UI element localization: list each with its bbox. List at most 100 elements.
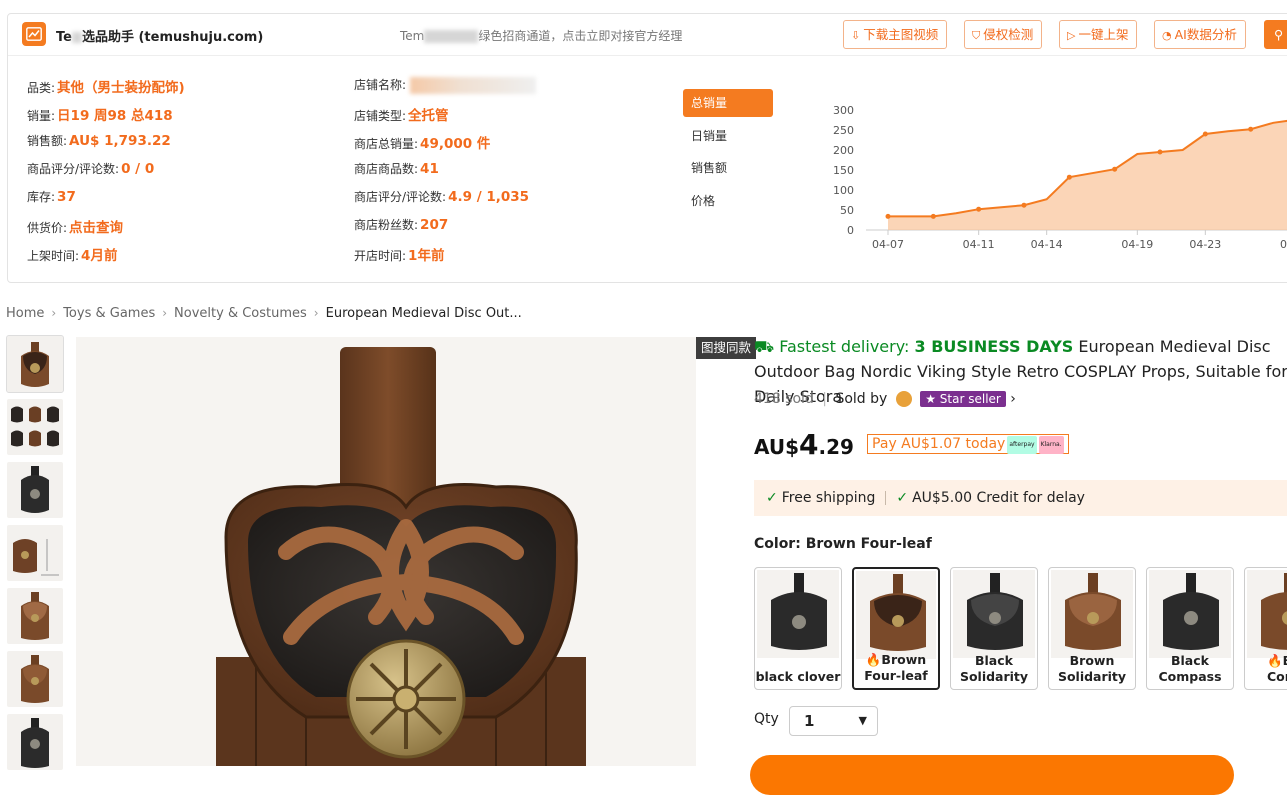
image-search-same-button[interactable]: 图搜同款 (696, 337, 757, 359)
flame-icon: 🔥 (1267, 653, 1283, 668)
thumbnail-brown-pouch[interactable] (7, 588, 63, 644)
pie-chart-icon: ◔ (1162, 29, 1172, 42)
tab-price[interactable]: 价格 (683, 187, 773, 215)
data-point (1157, 149, 1163, 155)
sales-trend-chart: 0 50 100 150 200 250 300 04-07 04-11 04-14 04-19 04… (833, 104, 1287, 251)
pouch-image (21, 466, 49, 513)
tab-total-sales[interactable]: 总销量 (683, 89, 773, 117)
chevron-right-icon[interactable]: › (1010, 391, 1016, 407)
stat-key: 商店评分/评论数: (354, 190, 447, 204)
stat-key: 商品评分/评论数: (27, 162, 120, 176)
fastest-delivery-label: Fastest delivery: (779, 337, 910, 356)
tab-revenue[interactable]: 销售额 (683, 154, 773, 182)
temu-plugin-panel: Te 选品助手 (temushuju.com) Tem 绿色招商通道，点击立即对接官… (7, 13, 1287, 283)
swatch-image (953, 570, 1035, 658)
swatch-label: black clover (755, 669, 841, 684)
pouch-image (21, 592, 49, 640)
store-avatar[interactable] (895, 391, 912, 407)
stat-sales: 销量: 日19 周98 总418 (27, 104, 185, 132)
thumbnail-size-pouch[interactable] (7, 525, 63, 581)
data-point (885, 213, 891, 219)
swatch-label: 🔥Brown Four-leaf (854, 652, 938, 684)
stat-value: AU$ 1,793.22 (69, 133, 171, 149)
thumbnail-brown-solidarity[interactable] (7, 651, 63, 707)
redacted-blur (424, 30, 479, 43)
sold-count: 418 sold (754, 391, 814, 407)
store-followers: 商店粉丝数: 207 (354, 216, 536, 244)
one-click-list-button[interactable]: ▷ 一键上架 (1059, 20, 1138, 49)
swatch-brown-compass[interactable]: 🔥Br Com (1244, 567, 1287, 690)
download-video-button[interactable]: ⇩ 下载主图视频 (843, 20, 948, 49)
swatch-black-compass[interactable]: Black Compass (1146, 567, 1234, 690)
main-product-image[interactable] (76, 337, 696, 766)
stat-value: 0 / 0 (121, 161, 155, 177)
y-tick-label: 250 (833, 124, 854, 137)
stat-value: 1年前 (408, 248, 445, 264)
breadcrumb-toys-games[interactable]: Toys & Games (63, 306, 155, 321)
stat-value: 37 (57, 189, 76, 205)
pouch-image (21, 718, 49, 768)
y-tick-label: 300 (833, 104, 854, 117)
stat-key: 店铺名称: (354, 78, 407, 92)
viking-pouch-image (216, 347, 586, 766)
chevron-right-icon: › (162, 306, 168, 320)
stat-key: 开店时间: (354, 249, 407, 263)
delay-credit-label: AU$5.00 Credit for delay (912, 490, 1085, 506)
afterpay-logo: afterpay (1007, 436, 1037, 454)
thumbnail-black-pouch[interactable] (7, 462, 63, 518)
flame-icon: 🔥 (865, 652, 882, 667)
chevron-right-icon: › (51, 306, 57, 320)
color-value: Brown Four-leaf (805, 536, 932, 552)
brand-prefix: Te (56, 30, 72, 45)
store-type: 店铺类型: 全托管 (354, 104, 536, 132)
swatch-label: Black Solidarity (959, 653, 1029, 684)
klarna-logo: Klarna. (1038, 436, 1064, 454)
data-point (1021, 202, 1027, 208)
ai-analysis-button[interactable]: ◔ AI数据分析 (1154, 20, 1246, 49)
stat-supply-price[interactable]: 供货价: 点击查询 (27, 216, 185, 244)
free-shipping-label: Free shipping (781, 490, 876, 506)
qty-select[interactable]: 1 ▼ (789, 706, 878, 736)
query-price-link[interactable]: 点击查询 (69, 220, 123, 236)
price-integer: 4 (799, 428, 819, 461)
stat-value: 其他（男士装扮配饰) (57, 80, 185, 96)
swatch-brown-solidarity[interactable]: Brown Solidarity (1048, 567, 1136, 690)
stat-value: 4.9 / 1,035 (448, 189, 530, 205)
breadcrumb-novelty-costumes[interactable]: Novelty & Costumes (174, 306, 307, 321)
pouch-grid-image (11, 406, 59, 447)
y-tick-label: 150 (833, 164, 854, 177)
pay-today-box[interactable]: Pay AU$1.07 today afterpay Klarna. (867, 434, 1069, 454)
thumbnail-variant-grid[interactable] (7, 399, 63, 455)
thumbnail-brown-four-leaf[interactable] (6, 335, 64, 393)
swatch-image (856, 571, 936, 659)
swatch-black-clover[interactable]: black clover (754, 567, 842, 690)
y-tick-label: 100 (833, 184, 854, 197)
swatch-brown-four-leaf[interactable]: 🔥Brown Four-leaf (852, 567, 940, 690)
sold-seller-row: 418 sold | Sold by ★ Star seller › (754, 391, 1016, 407)
stat-revenue: 销售额: AU$ 1,793.22 (27, 132, 185, 160)
tab-daily-sales[interactable]: 日销量 (683, 122, 773, 150)
data-point (930, 213, 936, 219)
y-tick-label: 50 (840, 204, 854, 217)
star-seller-badge[interactable]: ★ Star seller (920, 391, 1006, 407)
redacted-store-name (410, 77, 537, 94)
swatch-black-solidarity[interactable]: Black Solidarity (950, 567, 1038, 690)
infringement-check-button[interactable]: ⛉ 侵权检测 (964, 20, 1043, 49)
plugin-notice[interactable]: Tem 绿色招商通道，点击立即对接官方经理 (400, 27, 682, 44)
search-button[interactable]: ⚲ (1264, 20, 1287, 49)
breadcrumb-home[interactable]: Home (6, 306, 44, 321)
stat-key: 商店商品数: (354, 162, 419, 176)
add-to-cart-button[interactable] (750, 755, 1234, 795)
store-name: 店铺名称: (354, 76, 537, 104)
stat-value: 49,000 件 (420, 136, 491, 152)
store-total-sales: 商店总销量: 49,000 件 (354, 132, 536, 160)
thumbnail-black-compass[interactable] (7, 714, 63, 770)
shipping-bar: ✓ Free shipping ✓ AU$5.00 Credit for delay (754, 480, 1287, 516)
pouch-image (21, 342, 49, 387)
stat-key: 销量: (27, 109, 56, 123)
x-tick-label: 04-11 (963, 238, 995, 251)
redacted-blur (71, 32, 82, 43)
swatch-image (1149, 570, 1231, 658)
stat-key: 商店粉丝数: (354, 218, 419, 232)
stat-rating: 商品评分/评论数: 0 / 0 (27, 160, 185, 188)
